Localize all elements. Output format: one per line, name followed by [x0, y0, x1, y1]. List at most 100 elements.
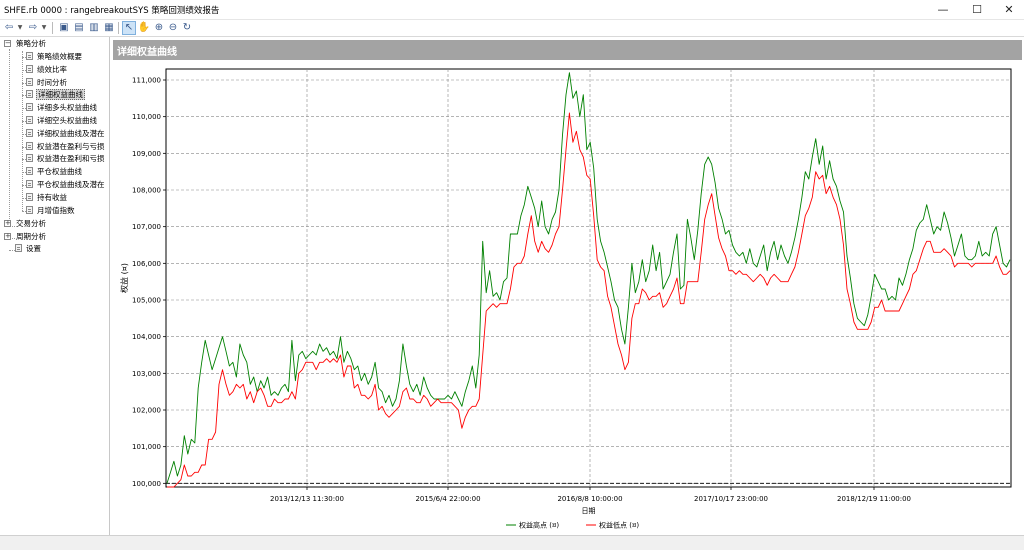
chart-header-title: 详细权益曲线	[117, 47, 177, 58]
tree-connector	[22, 51, 23, 211]
tree-item-label: 月增值指数	[37, 205, 75, 215]
save-icon[interactable]: ▣	[57, 21, 71, 35]
tree-node-label: 策略分析	[16, 39, 46, 48]
y-tick-label: 111,000	[132, 77, 161, 85]
page-icon	[26, 205, 33, 214]
page-icon	[26, 154, 33, 163]
page-icon	[26, 77, 33, 86]
tree-item[interactable]: 平仓权益曲线及潜在	[22, 179, 106, 191]
y-tick-label: 109,000	[132, 150, 161, 158]
maximize-button[interactable]: ☐	[960, 0, 994, 20]
print-icon[interactable]: ▥	[87, 21, 101, 35]
tree-node-label: 设置	[26, 244, 41, 253]
report-icon[interactable]: ▦	[102, 21, 116, 35]
x-axis-label: 日期	[582, 507, 596, 515]
tree-item-label: 持有收益	[37, 192, 67, 202]
tree-item-label: 绩效比率	[37, 64, 67, 74]
tree-item[interactable]: 绩效比率	[22, 64, 68, 76]
print-preview-icon[interactable]: ▤	[72, 21, 86, 35]
select-arrow-icon[interactable]: ↖	[122, 21, 136, 35]
page-icon	[26, 141, 33, 150]
page-icon	[26, 167, 33, 176]
x-tick-label: 2018/12/19 11:00:00	[837, 495, 911, 503]
toolbar-separator	[52, 22, 53, 34]
y-tick-label: 102,000	[132, 407, 161, 415]
y-axis-label: 权益 (¤)	[119, 263, 129, 293]
y-tick-label: 107,000	[132, 223, 161, 231]
forward-dropdown-icon[interactable]: ▼	[40, 21, 48, 35]
y-tick-label: 110,000	[132, 113, 161, 121]
tree-node-trade-analysis[interactable]: + 交易分析	[4, 218, 47, 230]
forward-arrow-icon[interactable]: ⇨	[26, 21, 40, 35]
expand-icon[interactable]: +	[4, 233, 11, 240]
y-tick-label: 104,000	[132, 333, 161, 341]
tree-item[interactable]: 详细多头权益曲线	[22, 102, 98, 114]
collapse-icon[interactable]: −	[4, 40, 11, 47]
y-tick-label: 108,000	[132, 187, 161, 195]
expand-icon[interactable]: +	[4, 220, 11, 227]
tree-item[interactable]: 权益潜在盈利和亏损	[22, 153, 106, 165]
tree-connector	[9, 49, 10, 225]
x-tick-label: 2015/6/4 22:00:00	[415, 495, 480, 503]
report-content: 详细权益曲线 100,000 101,000 102,000 103,000 104,0…	[111, 37, 1024, 535]
navigation-tree: − 策略分析 策略绩效概要 绩效比率时间分析详细权益曲线详细多头权益曲线 详细空头权…	[0, 37, 110, 535]
tree-node-label: 周期分析	[16, 232, 46, 241]
tree-item[interactable]: 详细权益曲线	[22, 89, 85, 101]
tree-item-label: 权益潜在盈利与亏损	[37, 141, 105, 151]
page-icon	[26, 128, 33, 137]
tree-node-label: 交易分析	[16, 219, 46, 228]
minimize-button[interactable]: —	[926, 0, 960, 20]
page-icon	[26, 116, 33, 124]
tree-item-label: 时间分析	[37, 77, 67, 87]
tree-node-strategy-analysis[interactable]: − 策略分析	[4, 38, 47, 50]
pan-hand-icon[interactable]: ✋	[137, 21, 151, 35]
tree-item[interactable]: 权益潜在盈利与亏损	[22, 141, 106, 153]
tree-node-settings[interactable]: 设置	[15, 243, 42, 255]
tree-item[interactable]: 持有收益	[22, 192, 68, 204]
tree-item[interactable]: 策略绩效概要	[22, 51, 83, 63]
tree-item-label: 详细权益曲线及潜在	[37, 128, 105, 138]
toolbar: ⇦ ▼ ⇨ ▼ ▣ ▤ ▥ ▦ ↖ ✋ ⊕ ⊖ ↻	[0, 20, 1024, 37]
toolbar-separator	[118, 22, 119, 34]
page-icon	[15, 244, 22, 252]
tree-item[interactable]: 时间分析	[22, 77, 68, 89]
tree-item[interactable]: 详细空头权益曲线	[22, 115, 98, 127]
tree-node-period-analysis[interactable]: + 周期分析	[4, 231, 47, 243]
back-dropdown-icon[interactable]: ▼	[16, 21, 24, 35]
tree-item-label: 权益潜在盈利和亏损	[37, 154, 105, 164]
chart-header: 详细权益曲线	[113, 40, 1022, 60]
y-tick-label: 101,000	[132, 443, 161, 451]
close-button[interactable]: ✕	[994, 0, 1024, 20]
page-icon	[26, 90, 33, 99]
x-tick-label: 2017/10/17 23:00:00	[694, 495, 768, 503]
y-tick-label: 103,000	[132, 370, 161, 378]
tree-item[interactable]: 月增值指数	[22, 205, 76, 217]
window-title: SHFE.rb 0000 : rangebreakoutSYS 策略回测绩效报告	[4, 6, 220, 16]
x-tick-label: 2016/8/8 10:00:00	[557, 495, 622, 503]
page-icon	[26, 103, 33, 112]
legend-label: 权益低点 (¤)	[599, 521, 639, 530]
page-icon	[26, 64, 33, 73]
tree-item-label: 详细多头权益曲线	[37, 103, 97, 113]
page-icon	[26, 52, 33, 60]
zoom-in-icon[interactable]: ⊕	[152, 21, 166, 35]
tree-item-label: 详细权益曲线	[36, 89, 85, 101]
legend-label: 权益高点 (¤)	[519, 521, 559, 530]
back-arrow-icon[interactable]: ⇦	[2, 21, 16, 35]
y-tick-label: 106,000	[132, 260, 161, 268]
zoom-out-icon[interactable]: ⊖	[166, 21, 180, 35]
page-icon	[26, 192, 33, 201]
y-tick-label: 100,000	[132, 480, 161, 488]
x-tick-label: 2013/12/13 11:30:00	[270, 495, 344, 503]
tree-item-label: 详细空头权益曲线	[37, 116, 97, 125]
y-tick-label: 105,000	[132, 297, 161, 305]
tree-item-label: 策略绩效概要	[37, 52, 82, 61]
tree-item[interactable]: 平仓权益曲线	[22, 166, 83, 178]
refresh-icon[interactable]: ↻	[180, 21, 194, 35]
plot-area	[165, 68, 1012, 488]
tree-item[interactable]: 详细权益曲线及潜在	[22, 128, 106, 140]
tree-item-label: 平仓权益曲线	[37, 167, 82, 177]
equity-curve-chart[interactable]: 100,000 101,000 102,000 103,000 104,000 105,0…	[111, 61, 1024, 531]
tree-item-label: 平仓权益曲线及潜在	[37, 180, 105, 189]
title-bar: SHFE.rb 0000 : rangebreakoutSYS 策略回测绩效报告…	[0, 0, 1024, 20]
